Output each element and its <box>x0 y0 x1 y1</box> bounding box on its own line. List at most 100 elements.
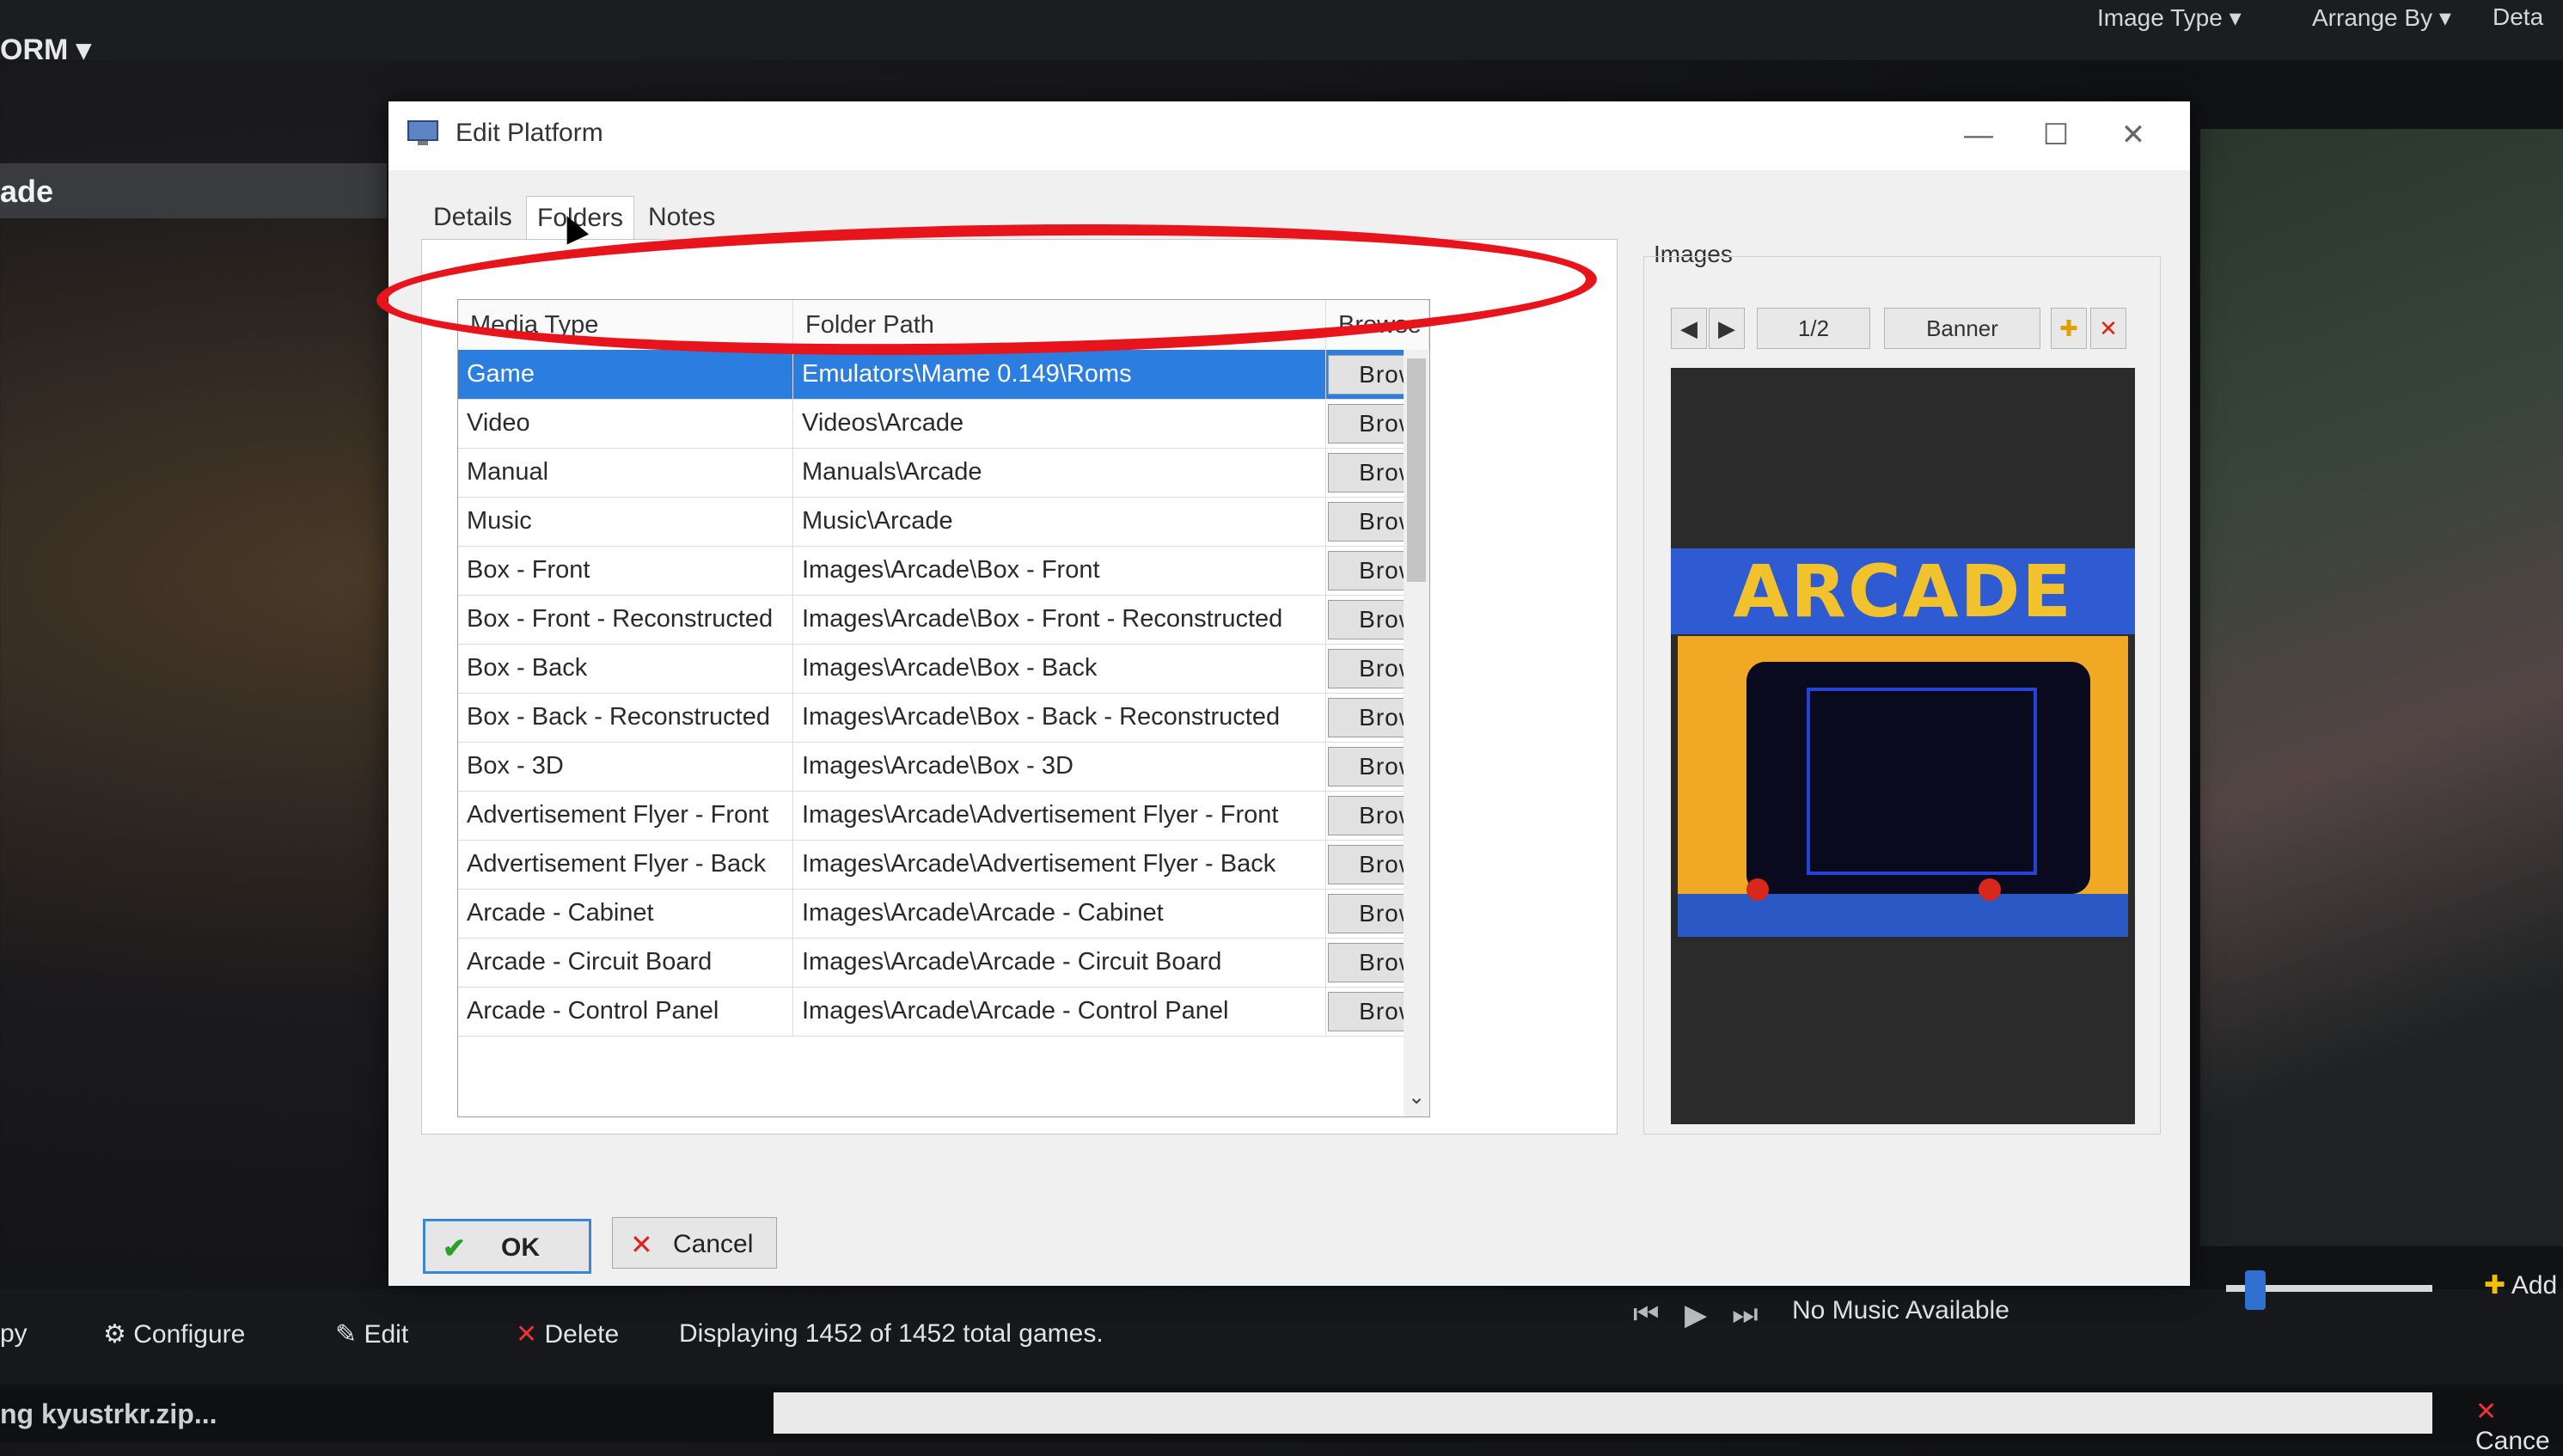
dialog-title-bar: Edit Platform — ☐ ✕ <box>388 101 2190 170</box>
edit-label: Edit <box>364 1320 409 1349</box>
close-icon: ✕ <box>630 1229 653 1260</box>
folder-path-cell[interactable]: Images\Arcade\Box - 3D <box>793 742 1326 791</box>
image-preview: ARCADE <box>1671 368 2135 1124</box>
tab-notes[interactable]: Notes <box>638 196 725 239</box>
table-row[interactable]: Box - Front Images\Arcade\Box - Front Brow… <box>458 546 1429 596</box>
scroll-down-icon[interactable]: ⌄ <box>1404 1085 1429 1110</box>
media-type-cell[interactable]: Video <box>458 399 793 448</box>
folder-path-cell[interactable]: Emulators\Mame 0.149\Roms <box>793 350 1326 399</box>
table-row[interactable]: Advertisement Flyer - Front Images\Arcade… <box>458 791 1429 841</box>
maximize-button[interactable]: ☐ <box>2030 113 2082 156</box>
media-type-cell[interactable]: Arcade - Control Panel <box>458 987 793 1036</box>
tab-details[interactable]: Details <box>423 196 523 239</box>
folder-path-cell[interactable]: Images\Arcade\Box - Front - Reconstructe… <box>793 595 1326 644</box>
pencil-icon: ✎ <box>335 1320 358 1349</box>
previous-track-icon[interactable]: ⏮ <box>1633 1298 1660 1331</box>
add-image-icon[interactable]: ✚ <box>2051 308 2087 349</box>
window-icon <box>407 120 438 145</box>
cancel-button[interactable]: ✕ Cancel <box>612 1217 777 1269</box>
cancel-download-button[interactable]: ✕ Cance <box>2475 1397 2563 1456</box>
image-type-menu[interactable]: Image Type ▾ <box>2097 3 2242 32</box>
close-icon: ✕ <box>516 1320 538 1349</box>
cancel-label: Cancel <box>673 1230 754 1258</box>
table-row[interactable]: VideoVideos\ArcadeBrowse... <box>458 399 1429 449</box>
media-type-cell[interactable]: Box - Back - Reconstructed <box>458 693 793 742</box>
configure-button[interactable]: ⚙ Configure <box>103 1319 245 1349</box>
music-status: No Music Available <box>1792 1296 2009 1324</box>
add-button[interactable]: ✚ Add <box>2484 1270 2557 1300</box>
media-type-cell[interactable]: Advertisement Flyer - Front <box>458 791 793 840</box>
sidebar-selected-item[interactable]: ade <box>0 163 387 218</box>
arcade-cabinet-art <box>1678 636 2128 937</box>
close-button[interactable]: ✕ <box>2107 113 2159 156</box>
delete-label: Delete <box>544 1320 620 1349</box>
media-type-cell[interactable]: Box - 3D <box>458 742 793 791</box>
folder-path-cell[interactable]: Images\Arcade\Box - Back - Reconstructed <box>793 693 1326 742</box>
folder-path-cell[interactable]: Images\Arcade\Box - Front <box>793 546 1326 595</box>
next-image-icon[interactable]: ▶ <box>1709 308 1745 349</box>
joystick-right-icon <box>1979 878 2001 901</box>
folder-path-cell[interactable]: Music\Arcade <box>793 497 1326 546</box>
folder-path-cell[interactable]: Images\Arcade\Arcade - Circuit Board <box>793 938 1326 987</box>
table-row[interactable]: Advertisement Flyer - Back Images\Arcade\… <box>458 840 1429 890</box>
grid-scrollbar[interactable]: ⌄ <box>1404 350 1429 1116</box>
media-type-cell[interactable]: Arcade - Circuit Board <box>458 938 793 987</box>
media-type-cell[interactable]: Box - Front - Reconstructed <box>458 595 793 644</box>
folder-path-cell[interactable]: Images\Arcade\Arcade - Cabinet <box>793 889 1326 938</box>
media-type-cell[interactable]: Music <box>458 497 793 546</box>
table-row[interactable]: Box - BackImages\Arcade\Box - BackBrowse… <box>458 644 1429 694</box>
details-menu[interactable]: Deta <box>2493 3 2543 31</box>
scrollbar-thumb[interactable] <box>1407 358 1426 582</box>
table-row[interactable]: Arcade - Control Panel Images\Arcade\Arca… <box>458 987 1429 1037</box>
folder-path-cell[interactable]: Images\Arcade\Box - Back <box>793 644 1326 693</box>
table-row[interactable]: Arcade - Cabinet Images\Arcade\Arcade - C… <box>458 889 1429 939</box>
details-label: Deta <box>2493 3 2544 30</box>
sidebar-selected-label: ade <box>0 174 54 209</box>
folders-grid: Media Type Folder Path Browse Game Emulat… <box>457 299 1430 1117</box>
media-type-cell[interactable]: Game <box>458 350 793 399</box>
media-type-cell[interactable]: Manual <box>458 448 793 497</box>
joystick-left-icon <box>1746 878 1769 901</box>
volume-slider-handle[interactable] <box>2245 1270 2266 1310</box>
remove-image-icon[interactable]: ✕ <box>2090 308 2126 349</box>
next-track-icon[interactable]: ⏭ <box>1732 1298 1759 1331</box>
folder-path-cell[interactable]: Images\Arcade\Advertisement Flyer - Fron… <box>793 791 1326 840</box>
configure-label: Configure <box>133 1320 246 1349</box>
media-type-cell[interactable]: Arcade - Cabinet <box>458 889 793 938</box>
media-type-cell[interactable]: Box - Back <box>458 644 793 693</box>
media-type-cell[interactable]: Box - Front <box>458 546 793 595</box>
platform-dropdown[interactable]: ORM ▾ <box>0 33 91 67</box>
dialog-title: Edit Platform <box>456 119 603 147</box>
download-progress-bar <box>774 1392 2432 1434</box>
play-icon[interactable]: ▶ <box>1685 1298 1707 1332</box>
media-type-cell[interactable]: Advertisement Flyer - Back <box>458 840 793 889</box>
background-artwork <box>2200 129 2563 1246</box>
arrange-by-menu[interactable]: Arrange By ▾ <box>2312 3 2451 32</box>
edit-button[interactable]: ✎ Edit <box>335 1319 408 1349</box>
image-type-label: Image Type <box>2097 4 2223 31</box>
maze-graphic <box>1807 688 2037 875</box>
table-row[interactable]: Box - Front - Reconstructed Images\Arcade… <box>458 595 1429 645</box>
previous-image-icon[interactable]: ◀ <box>1671 308 1707 349</box>
banner-title: ARCADE <box>1733 549 2073 633</box>
folder-path-cell[interactable]: Videos\Arcade <box>793 399 1326 448</box>
cancel-download-label: Cance <box>2475 1427 2550 1455</box>
ok-label: OK <box>501 1233 540 1262</box>
table-row[interactable]: Arcade - Circuit Board Images\Arcade\Arca… <box>458 938 1429 988</box>
folder-path-cell[interactable]: Images\Arcade\Advertisement Flyer - Back <box>793 840 1326 889</box>
table-row[interactable]: MusicMusic\ArcadeBrowse... <box>458 497 1429 547</box>
table-row[interactable]: Box - 3DImages\Arcade\Box - 3DBrowse... <box>458 742 1429 792</box>
table-row[interactable]: Box - Back - Reconstructed Images\Arcade\… <box>458 693 1429 743</box>
table-row[interactable]: ManualManuals\ArcadeBrowse... <box>458 448 1429 498</box>
delete-button[interactable]: ✕ Delete <box>516 1319 619 1349</box>
control-panel-graphic <box>1678 894 2128 937</box>
ok-button[interactable]: ✔ OK <box>423 1219 591 1274</box>
folder-path-cell[interactable]: Manuals\Arcade <box>793 448 1326 497</box>
table-row[interactable]: GameEmulators\Mame 0.149\RomsBrowse... <box>458 350 1429 400</box>
minimize-button[interactable]: — <box>1953 113 2004 156</box>
bottom-cut-item[interactable]: py <box>0 1319 28 1349</box>
arcade-screen <box>1746 662 2090 894</box>
folder-path-cell[interactable]: Images\Arcade\Arcade - Control Panel <box>793 987 1326 1036</box>
gear-icon: ⚙ <box>103 1320 126 1349</box>
image-type-selector[interactable]: Banner <box>1884 308 2040 349</box>
